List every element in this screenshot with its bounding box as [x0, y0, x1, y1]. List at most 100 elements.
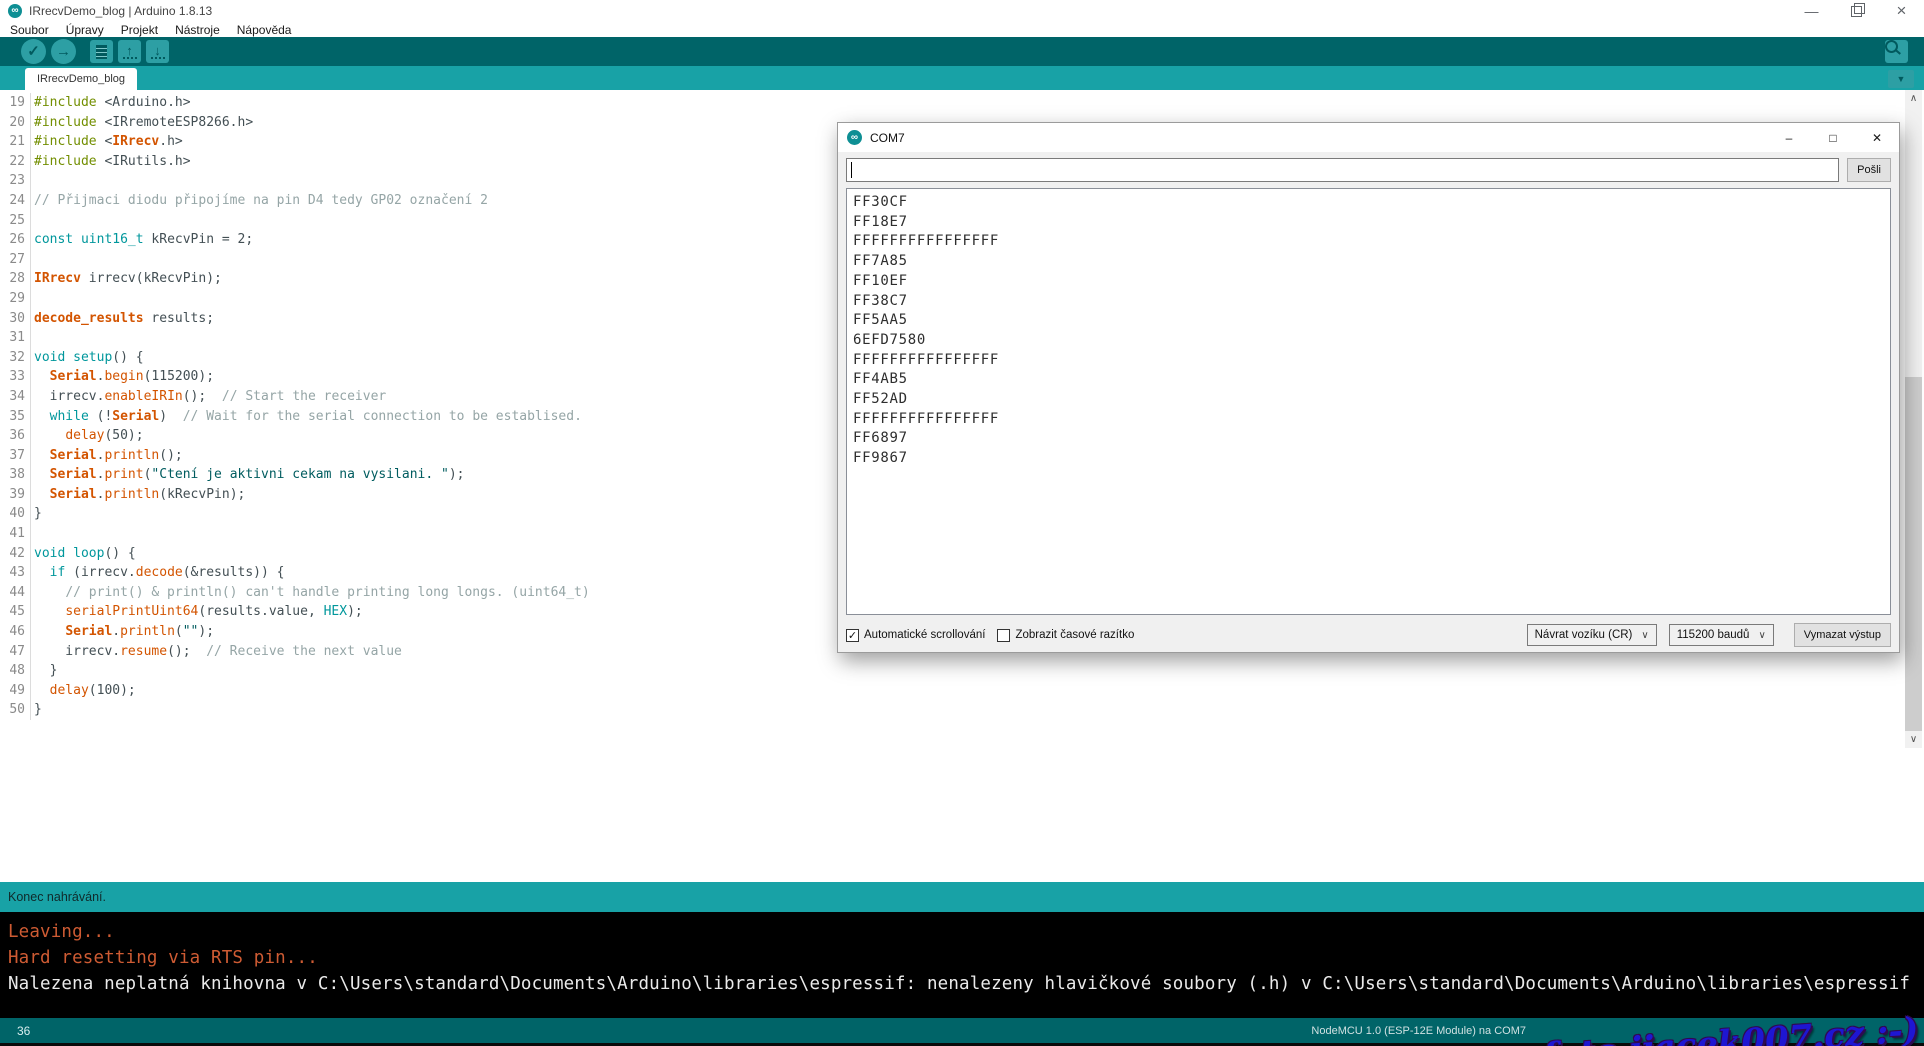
code-text: #include <IRrecv.h> — [34, 132, 183, 152]
code-text: Serial.println(); — [34, 446, 183, 466]
serial-send-input[interactable] — [846, 158, 1839, 182]
code-text: Serial.begin(115200); — [34, 367, 214, 387]
line-number: 30 — [0, 309, 31, 329]
line-number: 24 — [0, 191, 31, 211]
upload-button[interactable]: → — [51, 39, 76, 64]
minimize-button[interactable]: — — [1789, 0, 1834, 22]
serial-window-controls: – □ ✕ — [1767, 123, 1899, 152]
serial-line: FF4AB5 — [853, 370, 1884, 390]
menu-bar: Soubor Úpravy Projekt Nástroje Nápověda — [0, 22, 1924, 37]
code-text: // print() & println() can't handle prin… — [34, 583, 590, 603]
serial-line: FF10EF — [853, 272, 1884, 292]
serial-footer: ✓ Automatické scrollování Zobrazit časov… — [838, 619, 1899, 651]
autoscroll-checkbox[interactable]: ✓ Automatické scrollování — [846, 629, 985, 642]
serial-monitor-button[interactable] — [1885, 40, 1908, 63]
window-title: IRrecvDemo_blog | Arduino 1.8.13 — [29, 4, 212, 18]
line-ending-select[interactable]: Návrat vozíku (CR) ∨ — [1527, 624, 1657, 646]
line-number: 39 — [0, 485, 31, 505]
serial-line: FF7A85 — [853, 252, 1884, 272]
serial-title-bar: ∞ COM7 – □ ✕ — [838, 123, 1899, 152]
arduino-logo-icon: ∞ — [8, 4, 22, 18]
send-button[interactable]: Pošli — [1847, 158, 1891, 182]
close-button[interactable]: × — [1879, 0, 1924, 22]
code-text: #include <IRutils.h> — [34, 152, 191, 172]
open-sketch-button[interactable]: ↑ — [118, 40, 141, 63]
serial-line: FFFFFFFFFFFFFFFF — [853, 351, 1884, 371]
dotted-tray — [151, 57, 165, 59]
tab-bar: IRrecvDemo_blog ▼ — [0, 66, 1924, 90]
line-number: 45 — [0, 602, 31, 622]
arduino-ide-window: ∞ IRrecvDemo_blog | Arduino 1.8.13 — × S… — [0, 0, 1924, 1046]
code-text: Serial.println(""); — [34, 622, 214, 642]
serial-line: FFFFFFFFFFFFFFFF — [853, 232, 1884, 252]
status-message: Konec nahrávání. — [8, 890, 106, 904]
code-text: while (!Serial) // Wait for the serial c… — [34, 407, 582, 427]
serial-output-area[interactable]: FF30CFFF18E7FFFFFFFFFFFFFFFFFF7A85FF10EF… — [846, 188, 1891, 615]
scrollbar-thumb[interactable] — [1905, 377, 1922, 731]
status-message-bar: Konec nahrávání. — [0, 882, 1924, 912]
code-text: delay(50); — [34, 426, 144, 446]
code-text: irrecv.enableIRIn(); // Start the receiv… — [34, 387, 386, 407]
menu-item-napoveda[interactable]: Nápověda — [237, 23, 292, 37]
code-line: 48 } — [0, 661, 1924, 681]
baud-rate-select[interactable]: 115200 baudů ∨ — [1669, 624, 1774, 646]
line-number: 46 — [0, 622, 31, 642]
restore-button[interactable] — [1834, 0, 1879, 22]
dotted-tray — [123, 57, 137, 59]
code-text: } — [34, 661, 57, 681]
arrow-down-icon: ↓ — [151, 45, 165, 59]
line-number: 20 — [0, 113, 31, 133]
code-text: if (irrecv.decode(&results)) { — [34, 563, 284, 583]
editor-scrollbar[interactable]: ∧ ∨ — [1905, 90, 1922, 748]
line-number: 41 — [0, 524, 31, 544]
line-number: 36 — [0, 426, 31, 446]
serial-line: FF18E7 — [853, 213, 1884, 233]
menu-item-upravy[interactable]: Úpravy — [66, 23, 104, 37]
magnifier-icon — [1885, 40, 1898, 53]
toolbar: ✓→ ↑ ↓ — [0, 37, 1924, 66]
save-sketch-button[interactable]: ↓ — [146, 40, 169, 63]
line-number: 25 — [0, 211, 31, 231]
console-line: Leaving... — [8, 919, 1924, 945]
chevron-down-icon: ∨ — [1641, 630, 1648, 641]
serial-line: FF30CF — [853, 193, 1884, 213]
scroll-up-arrow-icon[interactable]: ∧ — [1905, 90, 1922, 107]
menu-item-soubor[interactable]: Soubor — [10, 23, 49, 37]
code-text: void loop() { — [34, 544, 136, 564]
menu-item-projekt[interactable]: Projekt — [121, 23, 158, 37]
chevron-down-icon: ▼ — [1897, 75, 1906, 84]
line-ending-value: Návrat vozíku (CR) — [1535, 629, 1633, 641]
line-number: 28 — [0, 269, 31, 289]
timestamp-checkbox[interactable]: Zobrazit časové razítko — [997, 629, 1134, 642]
serial-minimize-button[interactable]: – — [1767, 123, 1811, 152]
menu-item-nastroje[interactable]: Nástroje — [175, 23, 220, 37]
serial-close-button[interactable]: ✕ — [1855, 123, 1899, 152]
scroll-down-arrow-icon[interactable]: ∨ — [1905, 731, 1922, 748]
serial-line: FFFFFFFFFFFFFFFF — [853, 410, 1884, 430]
code-text: IRrecv irrecv(kRecvPin); — [34, 269, 222, 289]
line-number: 32 — [0, 348, 31, 368]
serial-maximize-button[interactable]: □ — [1811, 123, 1855, 152]
line-number: 35 — [0, 407, 31, 427]
arrow-up-glyph: ↑ — [126, 45, 133, 56]
tab-list-dropdown-button[interactable]: ▼ — [1888, 70, 1914, 88]
checkbox-checked-icon: ✓ — [846, 629, 859, 642]
line-number: 29 — [0, 289, 31, 309]
verify-button[interactable]: ✓ — [21, 39, 46, 64]
code-text: Serial.println(kRecvPin); — [34, 485, 245, 505]
checkbox-unchecked-icon — [997, 629, 1010, 642]
console-line: Nalezena neplatná knihovna v C:\Users\st… — [8, 971, 1924, 997]
document-icon — [96, 45, 107, 59]
code-text: } — [34, 504, 42, 524]
code-text: void setup() { — [34, 348, 144, 368]
code-text: irrecv.resume(); // Receive the next val… — [34, 642, 402, 662]
clear-output-button[interactable]: Vymazat výstup — [1794, 623, 1891, 647]
code-text: Serial.print("Ctení je aktivni cekam na … — [34, 465, 465, 485]
console-line: Hard resetting via RTS pin... — [8, 945, 1924, 971]
toolbar-buttons: ✓→ ↑ ↓ — [0, 39, 169, 64]
new-sketch-button[interactable] — [90, 40, 113, 63]
serial-line: 6EFD7580 — [853, 331, 1884, 351]
line-number: 21 — [0, 132, 31, 152]
line-number: 19 — [0, 93, 31, 113]
tab-irrecvdemo-blog[interactable]: IRrecvDemo_blog — [25, 68, 137, 90]
